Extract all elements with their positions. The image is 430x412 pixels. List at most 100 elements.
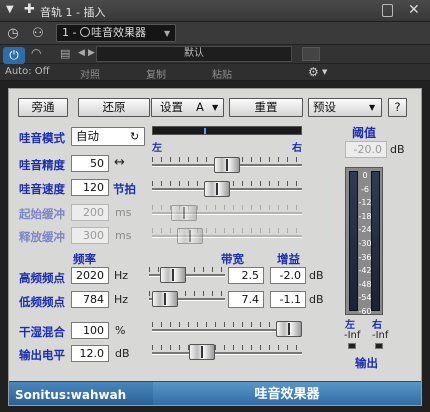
high-freq-unit: Hz — [114, 269, 129, 282]
collapse-arrow-icon[interactable]: ▼ — [6, 4, 14, 15]
meter-tick-label: -48 — [358, 279, 372, 289]
high-freq-input[interactable]: 2020 — [71, 267, 109, 284]
clip-led-right[interactable] — [375, 343, 383, 349]
compare-button[interactable]: 对照 — [80, 66, 100, 81]
meter-tick-label: -24 — [358, 225, 372, 235]
presets-button[interactable]: 预设 ▼ — [308, 98, 382, 117]
wah-mode-select[interactable]: 自动 ↻ — [71, 127, 145, 146]
preset-selector[interactable]: 默认 — [96, 46, 292, 62]
output-meter: 0 -6 -12 -18 -24 -30 -36 -42 -48 -54 -60 — [345, 167, 384, 316]
automation-mode[interactable]: Auto: Off — [5, 66, 50, 77]
plugin-logo-icon — [79, 27, 90, 37]
wah-position-indicator — [152, 126, 302, 135]
attack-label: 起始缓冲 — [19, 207, 65, 221]
restore-button[interactable]: 还原 — [78, 98, 150, 117]
speed-unit: 节拍 — [113, 182, 136, 196]
frequency-header: 频率 — [73, 252, 96, 266]
clock-icon[interactable]: ◷ — [2, 24, 24, 43]
preset-browser-icon[interactable]: ▤ — [60, 47, 70, 60]
insert-slot-selector[interactable]: 1 - 哇音效果器 — [56, 24, 176, 42]
drywet-label: 干湿混合 — [19, 325, 65, 339]
meter-output-label: 输出 — [355, 356, 378, 370]
high-bandwidth-input[interactable]: 2.5 — [228, 267, 264, 284]
meter-scale: 0 -6 -12 -18 -24 -30 -36 -42 -48 -54 -60 — [346, 168, 384, 316]
plugin-footer: Sonitus:wahwah 哇音效果器 — [9, 381, 421, 405]
next-preset-icon[interactable]: ▶ — [88, 48, 95, 58]
meter-left-peak: -Inf — [344, 330, 361, 341]
wah-position-marker — [204, 128, 207, 134]
presets-label: 预设 — [313, 100, 336, 114]
paste-button[interactable]: 粘贴 — [212, 66, 232, 81]
release-track — [152, 235, 302, 238]
drywet-input[interactable]: 100 — [71, 322, 109, 339]
meter-tick-label: -36 — [358, 252, 372, 262]
add-insert-icon[interactable]: ✚ — [24, 2, 35, 17]
presets-dropdown-icon: ▼ — [369, 103, 376, 112]
bypass-button[interactable]: 旁通 — [18, 98, 68, 117]
precision-input[interactable]: 50 — [71, 155, 109, 172]
title-bar: ▼ ✚ 音轨 1 - 插入 ✕ — [0, 0, 430, 22]
output-track — [152, 352, 302, 355]
meter-tick-label: -12 — [358, 198, 372, 208]
wah-mode-cycle-icon: ↻ — [130, 130, 140, 143]
threshold-label: 阈值 — [352, 126, 377, 140]
meter-tick-label: -60 — [358, 307, 372, 316]
power-button[interactable]: ⏻ — [3, 47, 25, 64]
output-ticks — [152, 345, 302, 350]
meter-tick-label: -6 — [361, 184, 369, 194]
speed-slider[interactable] — [204, 181, 231, 197]
reset-button[interactable]: 重置 — [229, 98, 303, 117]
gear-icon[interactable]: ⚙ — [308, 65, 319, 79]
release-label: 释放缓冲 — [19, 230, 65, 244]
meter-tick-label: 0 — [362, 171, 368, 180]
attack-slider[interactable] — [170, 205, 197, 221]
precision-unit: ↔ — [114, 155, 125, 170]
high-freq-slider[interactable] — [160, 267, 186, 283]
routing-icon[interactable]: ⚇ — [27, 24, 49, 43]
output-input[interactable]: 12.0 — [71, 345, 109, 362]
window-title: 音轨 1 - 插入 — [40, 6, 106, 19]
wah-mode-label: 哇音模式 — [19, 131, 65, 145]
bypass-arc-icon[interactable]: ◠ — [31, 46, 41, 60]
bandwidth-header: 带宽 — [221, 252, 244, 266]
high-freq-label: 高频频点 — [19, 271, 65, 285]
gain-header: 增益 — [277, 252, 300, 266]
attack-input[interactable]: 200 — [71, 204, 109, 221]
low-freq-slider[interactable] — [152, 291, 178, 307]
low-gain-input[interactable]: -1.1 — [270, 291, 306, 308]
close-icon[interactable]: ✕ — [408, 2, 420, 18]
low-freq-input[interactable]: 784 — [71, 291, 109, 308]
settings-button[interactable]: 设置 A ▼ — [151, 98, 224, 117]
gear-dropdown-icon[interactable]: ▼ — [322, 68, 327, 76]
meter-right-peak: -Inf — [372, 330, 389, 341]
drywet-unit: % — [115, 324, 126, 337]
threshold-unit: dB — [390, 143, 405, 156]
high-gain-input[interactable]: -2.0 — [270, 267, 306, 284]
copy-button[interactable]: 复制 — [146, 66, 166, 81]
speed-input[interactable]: 120 — [71, 179, 109, 196]
edit-bar: Auto: Off 对照 复制 粘贴 ⚙ ▼ — [0, 64, 430, 81]
prev-preset-icon[interactable]: ◀ — [78, 48, 85, 58]
low-freq-label: 低频频点 — [19, 295, 65, 309]
slot-dropdown-icon[interactable]: ▼ — [164, 29, 170, 38]
release-unit: ms — [115, 229, 132, 242]
output-unit: dB — [115, 347, 130, 360]
high-gain-unit: dB — [309, 269, 324, 282]
precision-slider[interactable] — [214, 157, 240, 173]
meter-tick-label: -42 — [358, 266, 372, 276]
settings-label: 设置 — [160, 100, 183, 114]
preset-bar: ⏻ ◠ ▤ ◀ ▶ 默认 — [0, 45, 430, 64]
help-button[interactable]: ? — [388, 98, 407, 117]
drywet-slider[interactable] — [276, 321, 302, 337]
release-slider[interactable] — [176, 228, 203, 244]
release-input[interactable]: 300 — [71, 227, 109, 244]
low-bandwidth-input[interactable]: 7.4 — [228, 291, 264, 308]
pin-icon[interactable] — [382, 4, 393, 17]
slot-plugin-name: 哇音效果器 — [90, 26, 146, 39]
indicator-right-label: 右 — [292, 143, 302, 154]
slot-label: 1 - — [62, 26, 80, 39]
threshold-input[interactable]: -20.0 — [345, 141, 387, 158]
clip-led-left[interactable] — [348, 343, 356, 349]
preset-save-icon[interactable] — [302, 47, 320, 61]
output-slider[interactable] — [189, 344, 216, 360]
